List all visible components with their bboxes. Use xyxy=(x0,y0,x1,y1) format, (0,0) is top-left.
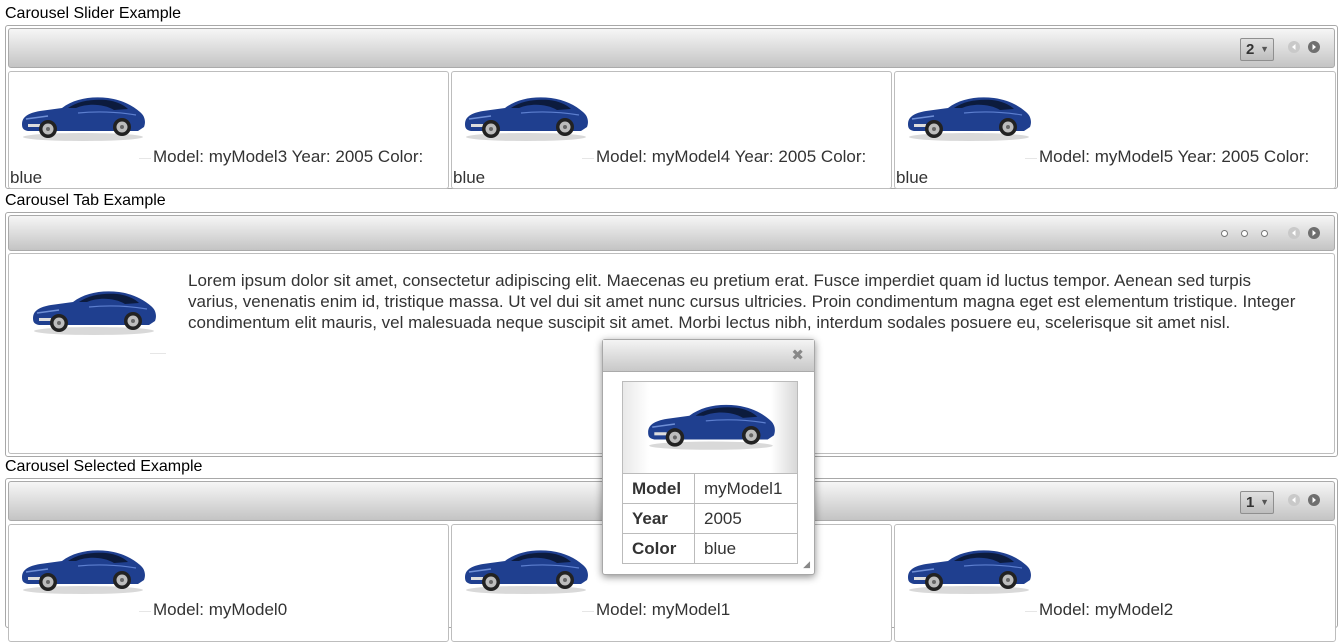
prev-arrow-icon xyxy=(1288,494,1300,506)
page-select-value: 1 xyxy=(1246,494,1255,511)
carousel-item[interactable]: Model: myModel3 Year: 2005 Color: blue xyxy=(8,71,449,189)
page-dot[interactable] xyxy=(1261,230,1268,237)
page-select[interactable]: 1 ▼ xyxy=(1240,491,1274,514)
item-text: Model: myModel0 xyxy=(153,600,288,619)
carousel-item[interactable]: Model: myModel2 xyxy=(894,524,1336,642)
car-image xyxy=(29,285,159,335)
carousel-item[interactable]: Model: myModel4 Year: 2005 Color: blue xyxy=(451,71,892,189)
detail-dialog: ✖ Model myModel1 Year 2005 Color blue ◢ xyxy=(602,339,815,575)
detail-table: Model myModel1 Year 2005 Color blue xyxy=(622,473,798,564)
detail-key: Model xyxy=(622,473,695,504)
next-arrow-icon xyxy=(1308,41,1320,53)
carousel-slider: 2 ▼ Model: myModel3 Year: 2005 Color: bl… xyxy=(5,25,1338,189)
detail-key: Year xyxy=(622,503,695,534)
car-image xyxy=(644,398,778,450)
prev-button[interactable] xyxy=(1288,41,1300,53)
next-arrow-icon xyxy=(1308,227,1320,239)
table-row: Year 2005 xyxy=(622,503,798,534)
chevron-down-icon: ▼ xyxy=(1260,44,1269,54)
next-button[interactable] xyxy=(1308,41,1320,53)
prev-arrow-icon xyxy=(1288,227,1300,239)
resize-grip-icon[interactable]: ◢ xyxy=(803,559,810,570)
table-row: Color blue xyxy=(622,533,798,564)
car-image xyxy=(904,544,1034,594)
page-dot[interactable] xyxy=(1221,230,1228,237)
car-image xyxy=(461,91,591,141)
selected-section-title: Carousel Selected Example xyxy=(5,458,203,475)
car-image xyxy=(904,91,1034,141)
carousel-item[interactable]: Model: myModel5 Year: 2005 Color: blue xyxy=(894,71,1336,189)
table-row: Model myModel1 xyxy=(622,473,798,504)
car-image xyxy=(18,544,148,594)
prev-arrow-icon xyxy=(1288,41,1300,53)
close-icon[interactable]: ✖ xyxy=(791,346,804,364)
page-select-value: 2 xyxy=(1246,41,1255,58)
tab-section-title: Carousel Tab Example xyxy=(5,192,166,209)
car-image xyxy=(461,544,591,594)
detail-value: 2005 xyxy=(694,503,798,534)
item-text: Model: myModel5 Year: 2005 Color: blue xyxy=(896,147,1310,187)
next-arrow-icon xyxy=(1308,494,1320,506)
tab-text: Lorem ipsum dolor sit amet, consectetur … xyxy=(188,271,1296,332)
detail-value: myModel1 xyxy=(694,473,798,504)
chevron-down-icon: ▼ xyxy=(1260,497,1269,507)
page-select[interactable]: 2 ▼ xyxy=(1240,38,1274,61)
slider-section-title: Carousel Slider Example xyxy=(5,5,182,22)
car-image xyxy=(18,91,148,141)
prev-button[interactable] xyxy=(1288,494,1300,506)
next-button[interactable] xyxy=(1308,227,1320,239)
dialog-titlebar[interactable]: ✖ xyxy=(603,340,814,372)
dialog-car-image-frame xyxy=(622,381,798,474)
detail-value: blue xyxy=(694,533,798,564)
item-text: Model: myModel4 Year: 2005 Color: blue xyxy=(453,147,867,187)
prev-button[interactable] xyxy=(1288,227,1300,239)
item-text: Model: myModel1 xyxy=(596,600,731,619)
next-button[interactable] xyxy=(1308,494,1320,506)
item-text: Model: myModel3 Year: 2005 Color: blue xyxy=(10,147,424,187)
detail-key: Color xyxy=(622,533,695,564)
carousel-header xyxy=(8,215,1335,251)
page-dot[interactable] xyxy=(1241,230,1248,237)
item-text: Model: myModel2 xyxy=(1039,600,1174,619)
carousel-header: 2 ▼ xyxy=(8,28,1335,68)
carousel-item[interactable]: Model: myModel0 xyxy=(8,524,449,642)
